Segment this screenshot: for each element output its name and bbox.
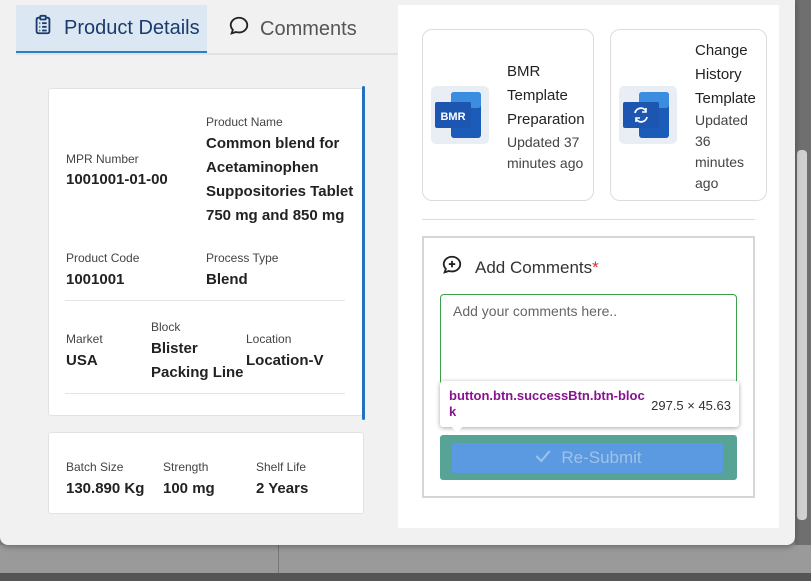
add-comments-box: Add Comments* Add your comments here.. R…	[422, 236, 755, 498]
file-card-bmr[interactable]: BMR BMR Template Preparation Updated 37 …	[422, 29, 594, 201]
add-comments-title: Add Comments*	[475, 258, 599, 278]
block-value: Blister Packing Line	[151, 337, 244, 385]
file-updated: Updated 37 minutes ago	[507, 132, 583, 174]
block-line: Blister	[151, 340, 198, 357]
product-details-card: MPR Number 1001001-01-00 Product Name Co…	[48, 88, 364, 416]
backdrop-bottom-edge	[0, 573, 811, 581]
market-label: Market	[66, 332, 103, 346]
shelf-life-label: Shelf Life	[256, 460, 307, 474]
location-label: Location	[246, 332, 292, 346]
product-code-label: Product Code	[66, 251, 140, 265]
file-updated: Updated 36 minutes ago	[695, 110, 748, 194]
devtools-inspect-tooltip: button.btn.successBtn.btn-block 297.5 × …	[440, 381, 739, 427]
tab-bar: Product Details Comments	[16, 5, 398, 55]
shelf-life-value: 2 Years	[256, 480, 309, 497]
batch-size-value: 130.890 Kg	[66, 480, 145, 497]
tab-product-details[interactable]: Product Details	[16, 5, 207, 53]
sync-doc-icon	[619, 86, 677, 144]
block-label: Block	[151, 320, 181, 334]
file-card-change-history[interactable]: Change History Template Updated 36 minut…	[610, 29, 767, 201]
batch-size-label: Batch Size	[66, 460, 124, 474]
product-name-line: Suppositories Tablet	[206, 183, 354, 200]
product-name-line: Common blend for	[206, 135, 340, 152]
file-title-line: Preparation	[507, 111, 585, 128]
details-dialog: Product Details Comments MPR Number 1001…	[0, 0, 795, 545]
panel-divider	[422, 219, 755, 220]
add-comments-text: Add Comments	[475, 257, 593, 277]
clipboard-icon	[32, 14, 54, 42]
strength-label: Strength	[163, 460, 209, 474]
section-divider	[65, 300, 345, 301]
active-card-indicator	[362, 86, 365, 420]
product-name-value: Common blend for Acetaminophen Supposito…	[206, 132, 353, 228]
process-type-value: Blend	[206, 271, 248, 288]
product-name-line: Acetaminophen	[206, 159, 319, 176]
file-title-line: Template	[695, 90, 756, 107]
file-icon-label: BMR	[440, 111, 465, 123]
tab-label: Comments	[260, 17, 357, 40]
comments-panel: BMR BMR Template Preparation Updated 37 …	[398, 5, 779, 528]
product-name-label: Product Name	[206, 115, 283, 129]
resubmit-button-highlight: Re-Submit	[452, 443, 723, 473]
block-line: Packing Line	[151, 364, 244, 381]
chat-bubble-icon	[228, 15, 250, 43]
file-updated-line: Updated 37	[507, 134, 580, 150]
word-doc-icon: BMR	[431, 86, 489, 144]
resubmit-button[interactable]: Re-Submit	[440, 435, 737, 480]
file-title-line: Change	[695, 42, 748, 59]
tooltip-dimensions: 297.5 × 45.63	[651, 398, 731, 413]
strength-value: 100 mg	[163, 480, 215, 497]
process-type-label: Process Type	[206, 251, 279, 265]
tooltip-arrow	[450, 425, 464, 433]
backdrop-divider	[278, 545, 279, 573]
file-updated-line: minutes ago	[507, 155, 584, 171]
resubmit-label: Re-Submit	[561, 448, 642, 467]
batch-details-card: Batch Size 130.890 Kg Strength 100 mg Sh…	[48, 432, 364, 514]
tooltip-selector: button.btn.successBtn.btn-block	[449, 388, 645, 419]
add-comments-heading: Add Comments*	[441, 254, 599, 281]
file-updated-line: ago	[695, 175, 719, 191]
file-updated-line: minutes	[695, 154, 745, 170]
file-title-line: BMR	[507, 63, 541, 80]
location-value: Location-V	[246, 352, 324, 369]
tab-label: Product Details	[64, 16, 200, 39]
backdrop-scrollbar[interactable]	[797, 150, 807, 520]
mpr-number-value: 1001001-01-00	[66, 171, 168, 188]
section-divider	[65, 393, 345, 394]
file-updated-line: 36	[695, 133, 711, 149]
file-updated-line: Updated	[695, 112, 748, 128]
product-name-line: 750 mg and 850 mg	[206, 207, 345, 224]
tab-comments[interactable]: Comments	[228, 5, 357, 53]
file-title: Change History Template	[695, 39, 756, 111]
product-code-value: 1001001	[66, 271, 125, 288]
file-title-line: Template	[507, 87, 568, 104]
file-title: BMR Template Preparation	[507, 60, 585, 132]
comment-textarea[interactable]: Add your comments here..	[440, 294, 737, 390]
file-title-line: History	[695, 66, 742, 83]
check-icon	[533, 446, 553, 471]
market-value: USA	[66, 352, 98, 369]
required-marker: *	[592, 257, 599, 277]
mpr-number-label: MPR Number	[66, 152, 139, 166]
add-circle-icon	[441, 254, 463, 281]
